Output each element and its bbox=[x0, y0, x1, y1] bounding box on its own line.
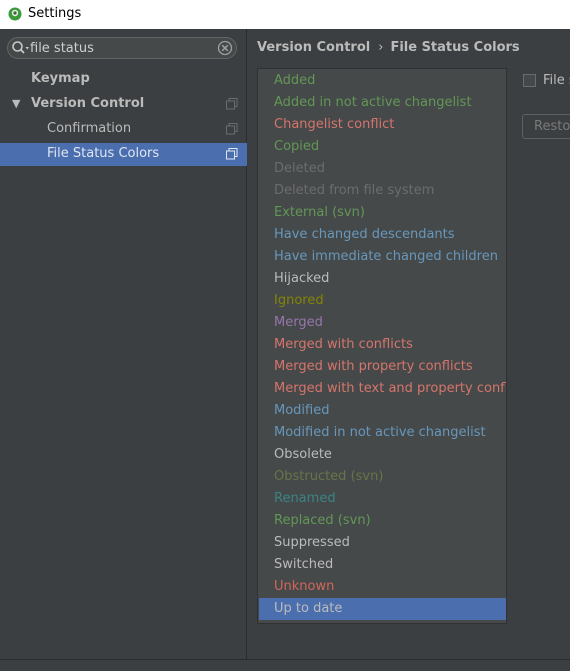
search-icon[interactable] bbox=[11, 40, 31, 56]
status-item[interactable]: Modified bbox=[259, 400, 506, 422]
status-item-label: Modified in not active changelist bbox=[274, 425, 486, 440]
project-settings-icon bbox=[226, 123, 238, 135]
status-item[interactable]: Replaced (svn) bbox=[259, 510, 506, 532]
status-item[interactable]: Modified in not active changelist bbox=[259, 422, 506, 444]
file-status-list[interactable]: Added Added in not active changelist Chang… bbox=[257, 68, 507, 624]
status-item-label: Obstructed (svn) bbox=[274, 469, 384, 484]
tree-item-confirmation[interactable]: Confirmation bbox=[0, 118, 247, 141]
breadcrumb-separator: › bbox=[378, 40, 384, 55]
restore-button[interactable]: Resto bbox=[522, 114, 570, 139]
status-item-label: External (svn) bbox=[274, 205, 365, 220]
file-status-checkbox[interactable] bbox=[523, 74, 536, 87]
project-settings-icon bbox=[226, 148, 238, 160]
status-item-label: Copied bbox=[274, 139, 320, 154]
status-item-label: Merged with conflicts bbox=[274, 337, 413, 352]
expand-arrow-icon[interactable]: ▼ bbox=[12, 97, 24, 111]
tree-item-label: Keymap bbox=[31, 71, 90, 86]
status-item-label: Suppressed bbox=[274, 535, 350, 550]
tree-item-keymap[interactable]: Keymap bbox=[0, 68, 247, 91]
status-item-label: Have immediate changed children bbox=[274, 249, 498, 264]
status-item[interactable]: Have immediate changed children bbox=[259, 246, 506, 268]
status-item[interactable]: Up to date bbox=[259, 598, 506, 620]
status-item[interactable]: Obstructed (svn) bbox=[259, 466, 506, 488]
status-item-label: Modified bbox=[274, 403, 330, 418]
title-bar: Settings bbox=[0, 0, 570, 29]
window-title: Settings bbox=[28, 6, 82, 21]
breadcrumb-current: File Status Colors bbox=[390, 40, 520, 55]
status-item[interactable]: External (svn) bbox=[259, 202, 506, 224]
status-item[interactable]: Suppressed bbox=[259, 532, 506, 554]
status-item[interactable]: Deleted bbox=[259, 158, 506, 180]
status-item[interactable]: Changelist conflict bbox=[259, 114, 506, 136]
status-item-label: Replaced (svn) bbox=[274, 513, 371, 528]
status-item[interactable]: Unknown bbox=[259, 576, 506, 598]
search-box[interactable] bbox=[7, 37, 237, 59]
bottom-bar bbox=[0, 659, 570, 671]
tree-item-label: Version Control bbox=[31, 96, 145, 111]
status-item-label: Deleted bbox=[274, 161, 325, 176]
tree-item-file-status-colors[interactable]: File Status Colors bbox=[0, 143, 247, 166]
status-item[interactable]: Obsolete bbox=[259, 444, 506, 466]
checkbox-label: File s bbox=[543, 73, 570, 88]
status-item[interactable]: Merged with property conflicts bbox=[259, 356, 506, 378]
restore-button-label: Resto bbox=[534, 119, 570, 134]
tree-item-label: File Status Colors bbox=[47, 146, 160, 161]
settings-content: Version Control › File Status Colors Added… bbox=[248, 29, 570, 659]
tree-item-label: Confirmation bbox=[47, 121, 132, 136]
tree-item-version-control[interactable]: ▼ Version Control bbox=[0, 93, 247, 116]
status-item[interactable]: Switched bbox=[259, 554, 506, 576]
status-item-label: Hijacked bbox=[274, 271, 330, 286]
status-item-label: Renamed bbox=[274, 491, 336, 506]
clear-search-icon[interactable] bbox=[217, 40, 233, 56]
app-logo-icon bbox=[8, 7, 22, 21]
status-item[interactable]: Added in not active changelist bbox=[259, 92, 506, 114]
status-item-label: Have changed descendants bbox=[274, 227, 455, 242]
status-item-label: Added bbox=[274, 73, 316, 88]
status-item[interactable]: Hijacked bbox=[259, 268, 506, 290]
status-item-label: Merged bbox=[274, 315, 323, 330]
breadcrumb-parent: Version Control bbox=[257, 40, 371, 55]
status-item[interactable]: Copied bbox=[259, 136, 506, 158]
status-item[interactable]: Deleted from file system bbox=[259, 180, 506, 202]
breadcrumb: Version Control › File Status Colors bbox=[257, 40, 520, 55]
status-item[interactable]: Have changed descendants bbox=[259, 224, 506, 246]
settings-sidebar: Keymap ▼ Version Control Confirmation Fi… bbox=[0, 29, 247, 659]
status-item-label: Unknown bbox=[274, 579, 335, 594]
status-item[interactable]: Added bbox=[259, 70, 506, 92]
status-item-label: Up to date bbox=[274, 601, 343, 616]
status-item[interactable]: Merged with text and property conflicts bbox=[259, 378, 506, 400]
status-item-label: Added in not active changelist bbox=[274, 95, 472, 110]
status-item-label: Merged with text and property conflicts bbox=[274, 381, 507, 396]
project-settings-icon bbox=[226, 98, 238, 110]
status-item-label: Changelist conflict bbox=[274, 117, 395, 132]
search-input[interactable] bbox=[30, 39, 210, 57]
status-item[interactable]: Merged with conflicts bbox=[259, 334, 506, 356]
status-item-label: Merged with property conflicts bbox=[274, 359, 473, 374]
status-item-label: Switched bbox=[274, 557, 334, 572]
status-item-label: Ignored bbox=[274, 293, 324, 308]
status-item-label: Deleted from file system bbox=[274, 183, 435, 198]
status-item[interactable]: Merged bbox=[259, 312, 506, 334]
status-item[interactable]: Renamed bbox=[259, 488, 506, 510]
status-item[interactable]: Ignored bbox=[259, 290, 506, 312]
status-item-label: Obsolete bbox=[274, 447, 332, 462]
